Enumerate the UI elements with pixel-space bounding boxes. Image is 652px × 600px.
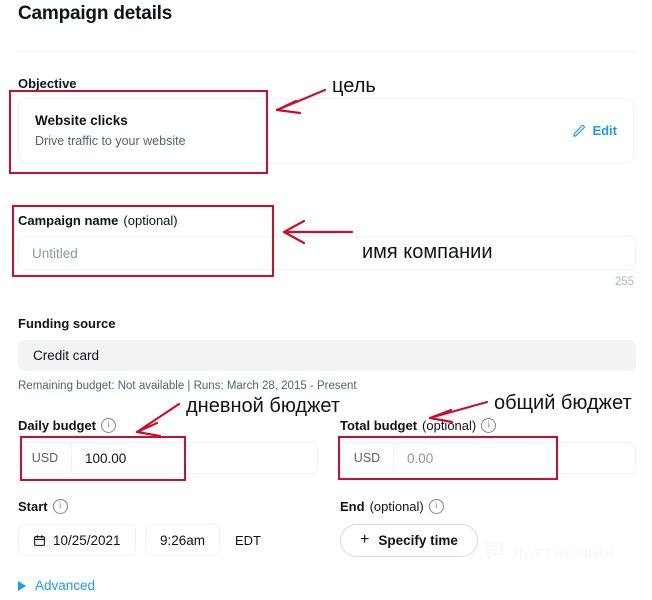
- end-label: End (optional): [340, 499, 444, 514]
- plus-icon: +: [360, 530, 370, 548]
- funding-source-field[interactable]: Credit card: [18, 340, 636, 371]
- daily-budget-currency: USD: [19, 443, 72, 473]
- start-time-picker[interactable]: 9:26am: [145, 524, 221, 556]
- calendar-icon: [33, 534, 46, 547]
- start-date-value: 10/25/2021: [53, 532, 121, 548]
- annotation-label-campaign-name: имя компании: [362, 241, 493, 263]
- campaign-name-input[interactable]: [18, 236, 636, 270]
- objective-card-title: Website clicks: [35, 113, 128, 128]
- annotation-label-daily-budget: дневной бюджет: [186, 395, 341, 417]
- info-icon[interactable]: [481, 418, 497, 433]
- objective-card-subtitle: Drive traffic to your website: [35, 134, 186, 148]
- campaign-name-char-counter: 255: [614, 276, 634, 288]
- annotation-arrows: [135, 88, 489, 438]
- daily-budget-value: 100.00: [85, 450, 127, 466]
- advanced-label: Advanced: [35, 578, 96, 593]
- daily-budget-label: Daily budget: [18, 418, 117, 433]
- total-budget-currency: USD: [341, 443, 394, 473]
- specify-end-time-button[interactable]: + Specify time: [340, 524, 478, 557]
- objective-label: Objective: [18, 76, 77, 91]
- end-optional: (optional): [369, 499, 424, 514]
- end-label-text: End: [340, 499, 365, 514]
- watermark: ПАРТНЕРКИН: [484, 539, 614, 566]
- annotation-label-total-budget: общий бюджет: [494, 392, 632, 414]
- start-timezone: EDT: [235, 533, 261, 548]
- start-label: Start: [18, 499, 68, 514]
- chat-bubble-icon: [484, 539, 506, 566]
- start-label-text: Start: [18, 499, 48, 514]
- info-icon[interactable]: [101, 418, 117, 433]
- start-date-picker[interactable]: 10/25/2021: [18, 524, 136, 556]
- arrow-daily-budget: [135, 402, 181, 438]
- total-budget-label: Total budget (optional): [340, 418, 497, 433]
- funding-source-label: Funding source: [18, 316, 116, 331]
- pencil-icon: [572, 124, 586, 138]
- total-budget-label-text: Total budget: [340, 418, 418, 433]
- watermark-text: ПАРТНЕРКИН: [513, 544, 615, 561]
- funding-source-value: Credit card: [33, 348, 100, 363]
- total-budget-value: 0.00: [407, 450, 434, 466]
- objective-card[interactable]: Website clicks Drive traffic to your web…: [18, 98, 634, 164]
- campaign-name-label-text: Campaign name: [18, 213, 119, 228]
- daily-budget-input[interactable]: USD 100.00: [18, 442, 318, 474]
- info-icon[interactable]: [428, 499, 444, 514]
- info-icon[interactable]: [52, 499, 68, 514]
- total-budget-input[interactable]: USD 0.00: [340, 442, 636, 474]
- campaign-details-page: Campaign details Objective Website click…: [0, 0, 652, 600]
- objective-label-text: Objective: [18, 76, 77, 91]
- funding-source-note: Remaining budget: Not available | Runs: …: [18, 380, 357, 392]
- edit-objective-button[interactable]: Edit: [572, 123, 617, 138]
- daily-budget-label-text: Daily budget: [18, 418, 97, 433]
- funding-source-label-text: Funding source: [18, 316, 116, 331]
- total-budget-optional: (optional): [422, 418, 477, 433]
- triangle-right-icon: [18, 580, 26, 591]
- specify-end-time-label: Specify time: [378, 533, 458, 548]
- edit-objective-label: Edit: [592, 123, 617, 138]
- advanced-toggle[interactable]: Advanced: [18, 578, 95, 593]
- start-time-value: 9:26am: [160, 532, 206, 548]
- campaign-name-optional: (optional): [123, 213, 178, 228]
- header-divider: [18, 51, 636, 52]
- annotation-label-objective: цель: [332, 75, 376, 97]
- campaign-name-label: Campaign name (optional): [18, 213, 178, 228]
- page-title: Campaign details: [18, 3, 173, 24]
